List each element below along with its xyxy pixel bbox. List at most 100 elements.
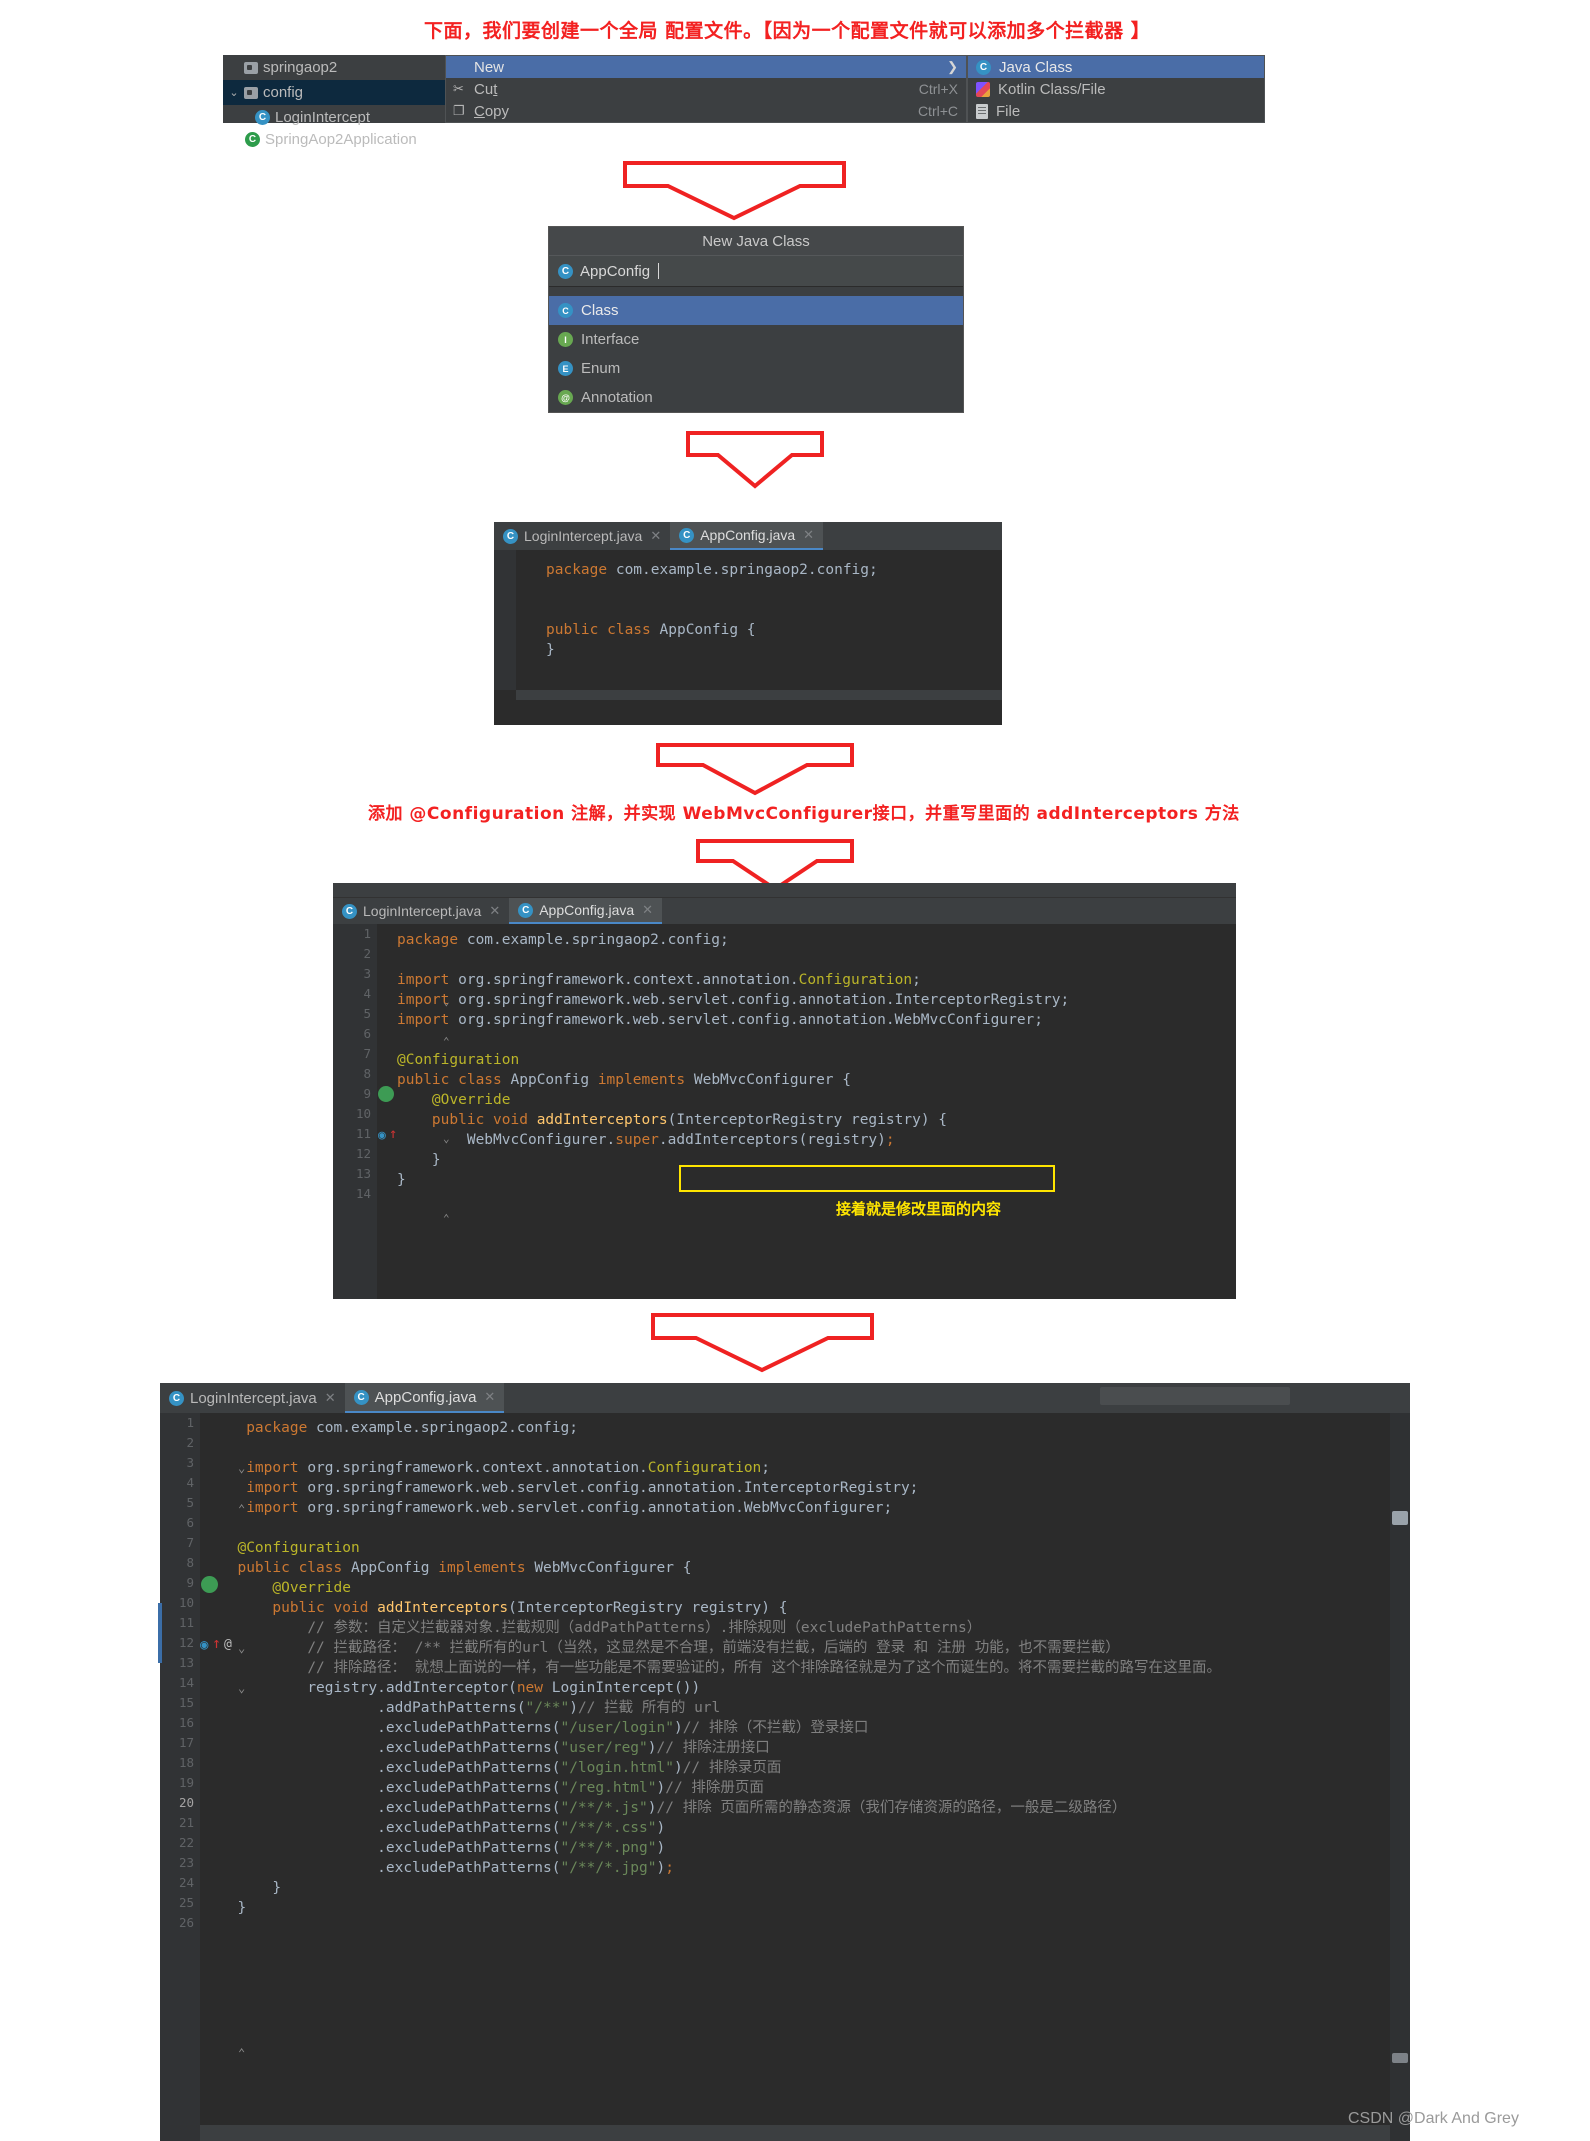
java-class-icon: C xyxy=(518,902,534,918)
code-fold-icon[interactable]: ⌃ xyxy=(443,1209,450,1229)
dialog-option-annotation[interactable]: @ Annotation xyxy=(549,383,963,412)
tree-item-label: SpringAop2Application xyxy=(265,130,417,148)
line-number: 8 xyxy=(363,1066,371,1081)
override-gutter-icon[interactable]: ◉ xyxy=(378,1126,386,1146)
code-fold-icon[interactable]: ⌄ xyxy=(238,1678,245,1698)
tree-item-springaop2application[interactable]: C SpringAop2Application xyxy=(223,130,445,148)
annotation-icon: @ xyxy=(558,390,573,405)
tab-label: AppConfig.java xyxy=(539,902,635,918)
close-icon[interactable]: ✕ xyxy=(489,903,500,919)
line-number: 2 xyxy=(363,946,371,961)
code-line: package com.example.springaop2.config; xyxy=(246,1420,578,1436)
line-number: 26 xyxy=(178,1915,194,1930)
class-name-value: AppConfig xyxy=(580,262,651,280)
editor-code-area[interactable]: package com.example.springaop2.config; p… xyxy=(494,550,1002,690)
close-icon[interactable]: ✕ xyxy=(484,1389,495,1405)
code-line: import org.springframework.web.servlet.c… xyxy=(397,992,1070,1008)
scroll-thumb[interactable] xyxy=(1392,1511,1408,1525)
editor-tabbar: C LoginIntercept.java ✕ C AppConfig.java… xyxy=(494,522,1002,550)
tree-item-config[interactable]: ⌄ config xyxy=(223,80,445,105)
submenu-item-java-class[interactable]: C Java Class xyxy=(968,56,1264,78)
class-name-input[interactable]: C AppConfig xyxy=(549,256,963,287)
close-icon[interactable]: ✕ xyxy=(642,902,653,918)
tab-appconfig[interactable]: C AppConfig.java ✕ xyxy=(344,1383,505,1413)
tab-appconfig[interactable]: C AppConfig.java ✕ xyxy=(670,522,824,550)
java-class-icon: C xyxy=(558,263,573,279)
menu-item-label: New xyxy=(474,58,505,76)
navigation-bar-stub[interactable] xyxy=(1100,1387,1290,1405)
menu-item-copy[interactable]: ❐ Copy Ctrl+C xyxy=(446,100,966,122)
line-number: 1 xyxy=(186,1415,194,1430)
code-fold-icon[interactable]: ⌄ xyxy=(238,1458,245,1478)
line-number: 5 xyxy=(363,1006,371,1021)
implement-arrow-icon[interactable]: ↑ xyxy=(389,1124,397,1144)
line-number: 14 xyxy=(355,1186,371,1201)
code-line: } xyxy=(220,1900,247,1916)
code-fold-icon[interactable]: ⌃ xyxy=(238,1499,245,1519)
close-icon[interactable]: ✕ xyxy=(325,1390,336,1406)
tab-appconfig[interactable]: C AppConfig.java ✕ xyxy=(509,898,663,924)
submenu-item-kotlin-class-file[interactable]: Kotlin Class/File xyxy=(968,78,1264,100)
implement-arrow-icon[interactable]: ↑ xyxy=(212,1633,221,1653)
dialog-option-label: Enum xyxy=(581,360,621,377)
editor-panel-simple: C LoginIntercept.java ✕ C AppConfig.java… xyxy=(494,522,1002,725)
line-number: 22 xyxy=(178,1835,194,1850)
code-line: public void addInterceptors(InterceptorR… xyxy=(431,1112,948,1128)
tab-loginintercept[interactable]: C LoginIntercept.java ✕ xyxy=(494,522,670,550)
tab-loginintercept[interactable]: C LoginIntercept.java ✕ xyxy=(333,898,509,924)
tree-item-label: LoginIntercept xyxy=(275,109,371,126)
chevron-down-icon[interactable]: ⌄ xyxy=(229,86,239,99)
scroll-marker[interactable] xyxy=(1392,2053,1408,2063)
tab-loginintercept[interactable]: C LoginIntercept.java ✕ xyxy=(160,1383,345,1413)
line-number: 24 xyxy=(178,1875,194,1890)
line-number: 7 xyxy=(186,1535,194,1550)
code-fold-icon[interactable]: ⌄ xyxy=(443,992,450,1012)
mid-caption: 添加 @Configuration 注解，并实现 WebMvcConfigure… xyxy=(368,804,1240,824)
tree-item-loginintercept[interactable]: C LoginIntercept xyxy=(223,105,445,130)
tree-item-label: springaop2 xyxy=(263,59,338,76)
line-number: 9 xyxy=(186,1575,194,1590)
line-number: 13 xyxy=(178,1655,194,1670)
tree-item-springaop2[interactable]: springaop2 xyxy=(223,55,445,80)
dialog-separator xyxy=(549,287,963,296)
editor-tabbar: C LoginIntercept.java ✕ C AppConfig.java… xyxy=(160,1383,1410,1413)
line-number: 23 xyxy=(178,1855,194,1870)
dialog-option-class[interactable]: C Class xyxy=(549,296,963,325)
code-line: import org.springframework.web.servlet.c… xyxy=(246,1500,893,1516)
flow-arrow-1 xyxy=(622,160,847,222)
code-fold-icon[interactable]: ⌃ xyxy=(238,2043,245,2063)
line-number: 11 xyxy=(355,1126,371,1141)
spring-bean-gutter-icon[interactable] xyxy=(378,1086,394,1102)
editor-code-area[interactable]: 1 2 3 4 5 6 7 8 9 10 11 12 13 14 15 16 1… xyxy=(158,1413,1410,2141)
kotlin-icon xyxy=(976,81,990,97)
dialog-option-interface[interactable]: I Interface xyxy=(549,325,963,354)
line-number: 16 xyxy=(178,1715,194,1730)
annotation-gutter-icon[interactable]: @ xyxy=(224,1635,232,1655)
line-number: 2 xyxy=(186,1435,194,1450)
close-icon[interactable]: ✕ xyxy=(803,527,814,543)
submenu-item-file[interactable]: File xyxy=(968,100,1264,122)
code-line: public void addInterceptors(InterceptorR… xyxy=(272,1600,788,1616)
dialog-option-enum[interactable]: E Enum xyxy=(549,354,963,383)
horizontal-scrollbar[interactable] xyxy=(516,690,1002,700)
horizontal-scrollbar[interactable] xyxy=(200,2125,1390,2141)
line-number-gutter xyxy=(494,550,516,690)
code-line: .addPathPatterns("/**")// 拦截 所有的 url xyxy=(377,1700,721,1716)
code-line: .excludePathPatterns("/**/*.css") xyxy=(377,1820,666,1836)
code-fold-icon[interactable]: ⌄ xyxy=(443,1129,450,1149)
menu-item-cut[interactable]: ✂ Cut Ctrl+X xyxy=(446,78,966,100)
line-number: 12 xyxy=(178,1635,194,1650)
page-title-caption: 下面，我们要创建一个全局 配置文件。【因为一个配置文件就可以添加多个拦截器 】 xyxy=(424,20,1151,42)
override-gutter-icon[interactable]: ◉ xyxy=(200,1635,208,1655)
menu-item-label: Cut xyxy=(474,80,498,98)
code-fold-icon[interactable]: ⌄ xyxy=(238,1638,245,1658)
editor-code-area[interactable]: 1 2 3 4 5 6 7 8 9 10 11 12 13 14 ◉ ↑ pac… xyxy=(333,924,1236,1299)
menu-item-new[interactable]: New ❯ xyxy=(446,56,966,78)
code-line: public class AppConfig { xyxy=(546,622,756,638)
close-icon[interactable]: ✕ xyxy=(650,528,661,544)
code-fold-icon[interactable]: ⌃ xyxy=(443,1032,450,1052)
spring-bean-gutter-icon[interactable] xyxy=(201,1576,218,1593)
